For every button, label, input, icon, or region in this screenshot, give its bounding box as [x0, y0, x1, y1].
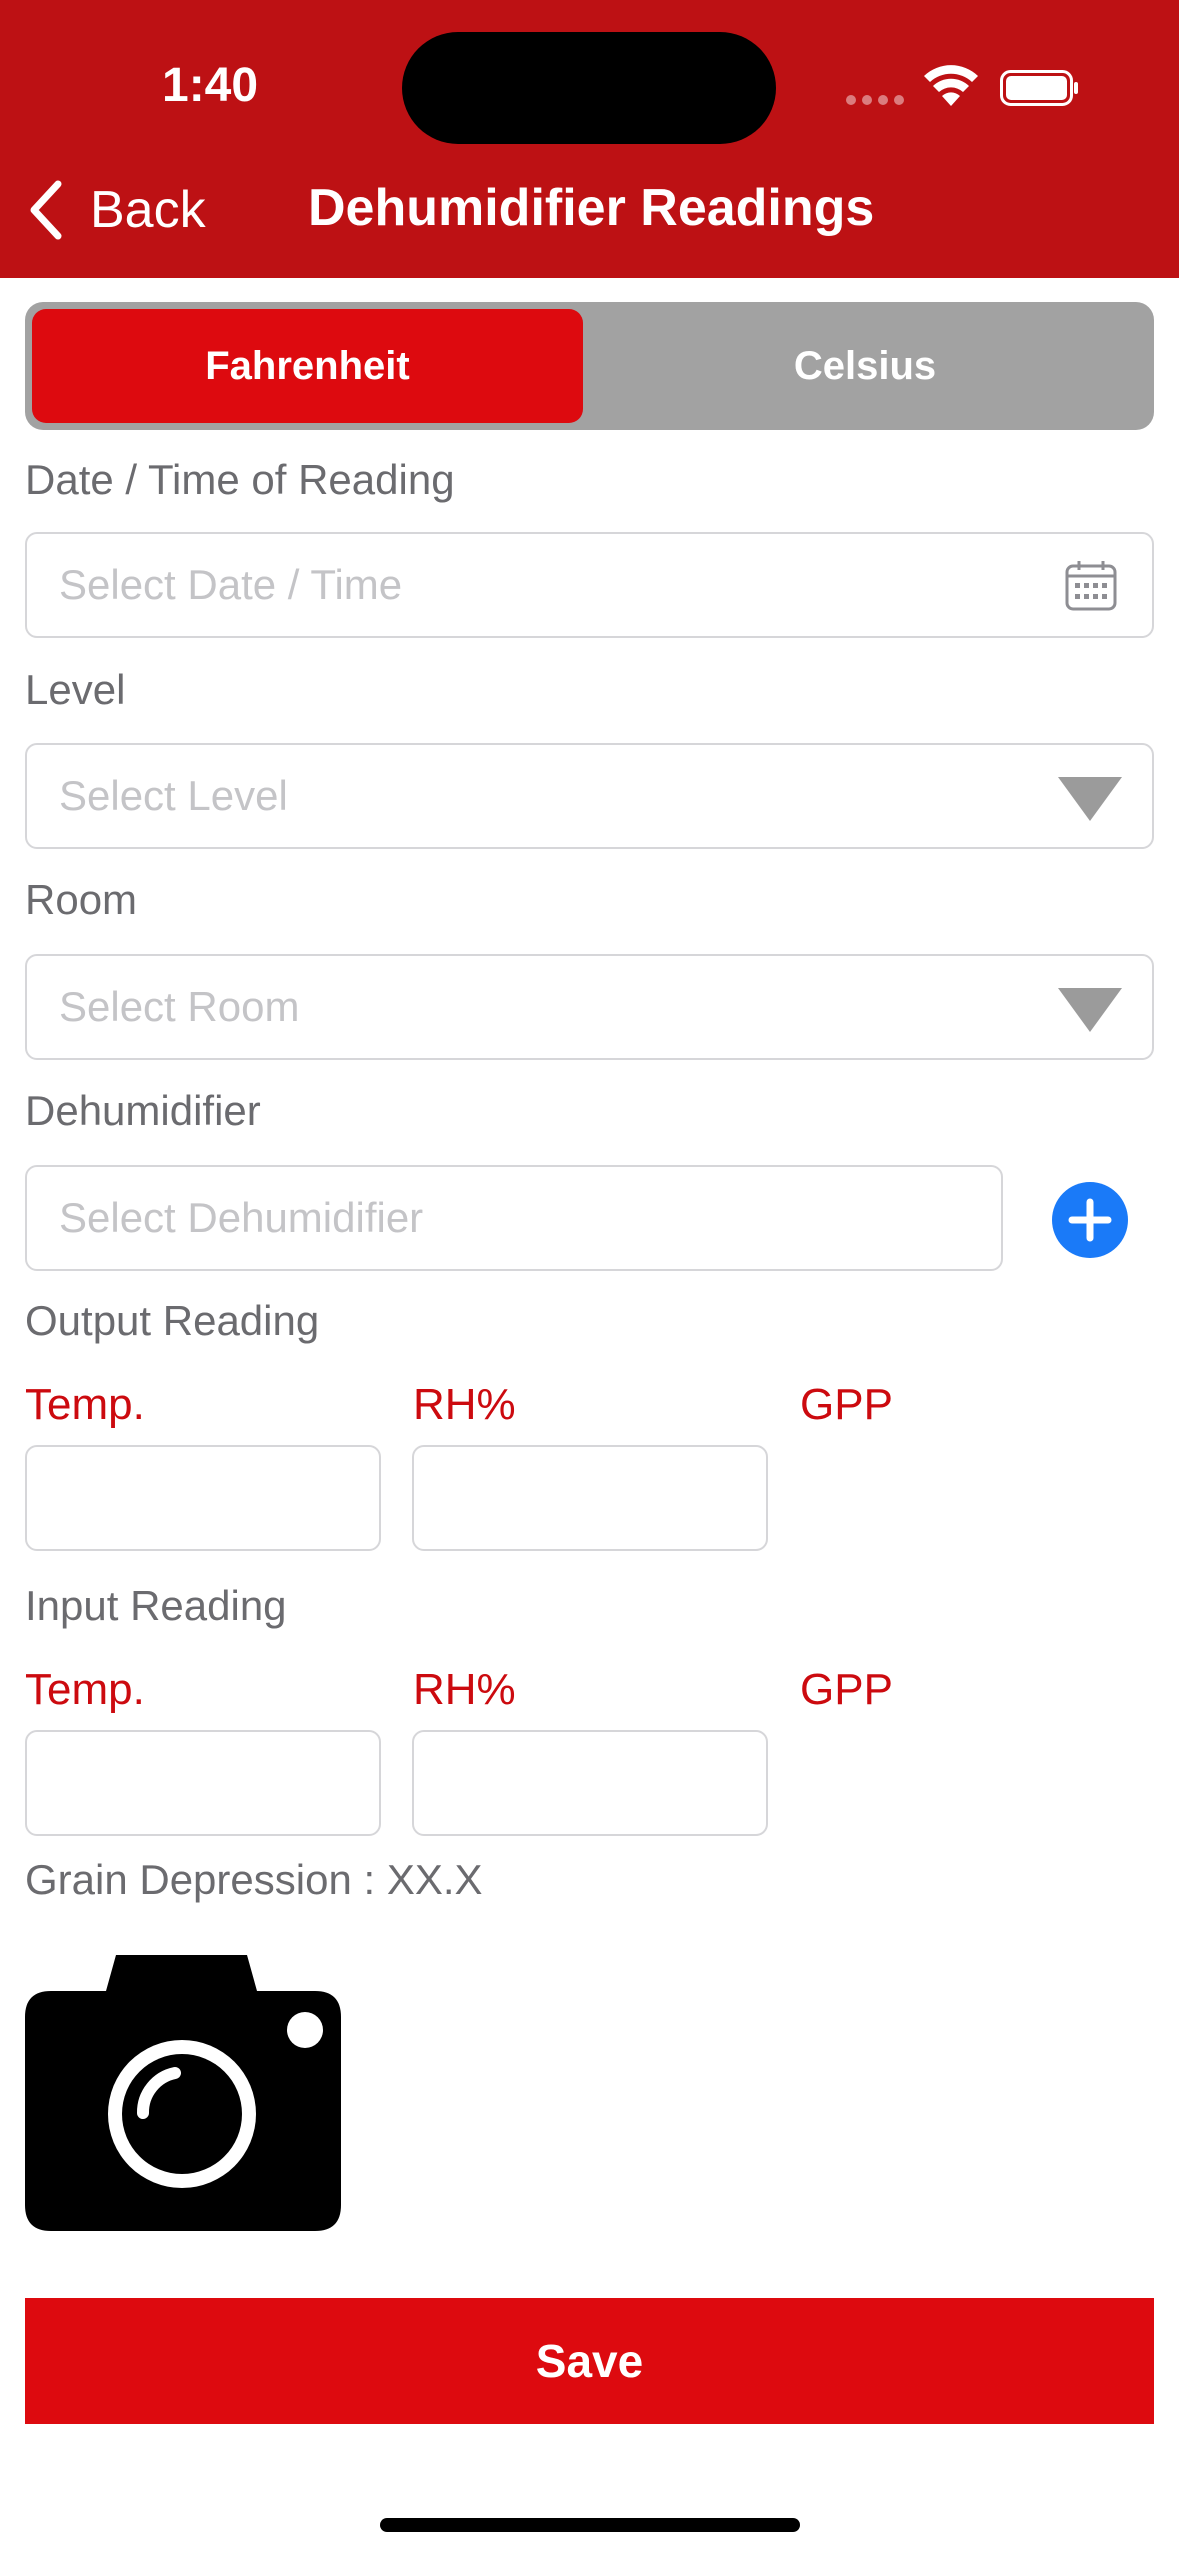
- output-temp-label: Temp.: [25, 1380, 145, 1429]
- save-button[interactable]: Save: [25, 2298, 1154, 2424]
- segment-celsius[interactable]: Celsius: [583, 309, 1147, 423]
- unit-segmented-control: Fahrenheit Celsius: [25, 302, 1154, 430]
- plus-icon: [1068, 1198, 1112, 1242]
- datetime-placeholder: Select Date / Time: [59, 561, 403, 608]
- input-gpp-label: GPP: [800, 1665, 893, 1714]
- level-placeholder: Select Level: [59, 772, 288, 819]
- input-temp-label: Temp.: [25, 1665, 145, 1714]
- room-label: Room: [25, 876, 138, 923]
- camera-icon[interactable]: [25, 1955, 341, 2231]
- output-rh-label: RH%: [413, 1380, 516, 1429]
- level-label: Level: [25, 666, 126, 713]
- dehumidifier-placeholder: Select Dehumidifier: [59, 1194, 424, 1241]
- chevron-left-icon: [30, 180, 62, 240]
- output-gpp-label: GPP: [800, 1380, 893, 1429]
- grain-depression-text: Grain Depression : XX.X: [25, 1856, 483, 1903]
- input-rh-input[interactable]: [412, 1730, 768, 1836]
- dehumidifier-label: Dehumidifier: [25, 1087, 261, 1134]
- chevron-down-icon: [1058, 777, 1122, 821]
- datetime-label: Date / Time of Reading: [25, 456, 455, 503]
- nav-header: 1:40 Back Dehumidifier Readings: [0, 0, 1179, 278]
- home-indicator[interactable]: [380, 2518, 800, 2532]
- back-label: Back: [90, 181, 206, 239]
- page-title: Dehumidifier Readings: [308, 179, 875, 237]
- input-rh-label: RH%: [413, 1665, 516, 1714]
- dehumidifier-select[interactable]: Select Dehumidifier: [25, 1165, 1003, 1271]
- segment-fahrenheit[interactable]: Fahrenheit: [32, 309, 583, 423]
- output-rh-input[interactable]: [412, 1445, 768, 1551]
- cellular-signal-icon: [846, 95, 906, 105]
- calendar-icon: [1065, 561, 1117, 611]
- input-reading-label: Input Reading: [25, 1582, 287, 1629]
- datetime-field[interactable]: Select Date / Time: [25, 532, 1154, 638]
- battery-icon: [1000, 70, 1078, 106]
- status-time: 1:40: [162, 59, 259, 112]
- wifi-icon: [924, 65, 978, 106]
- add-dehumidifier-button[interactable]: [1052, 1182, 1128, 1258]
- room-select[interactable]: Select Room: [25, 954, 1154, 1060]
- dynamic-island: [402, 32, 776, 144]
- chevron-down-icon: [1058, 988, 1122, 1032]
- output-reading-label: Output Reading: [25, 1297, 320, 1344]
- input-temp-input[interactable]: [25, 1730, 381, 1836]
- level-select[interactable]: Select Level: [25, 743, 1154, 849]
- output-temp-input[interactable]: [25, 1445, 381, 1551]
- room-placeholder: Select Room: [59, 983, 300, 1030]
- back-button[interactable]: Back: [24, 170, 206, 250]
